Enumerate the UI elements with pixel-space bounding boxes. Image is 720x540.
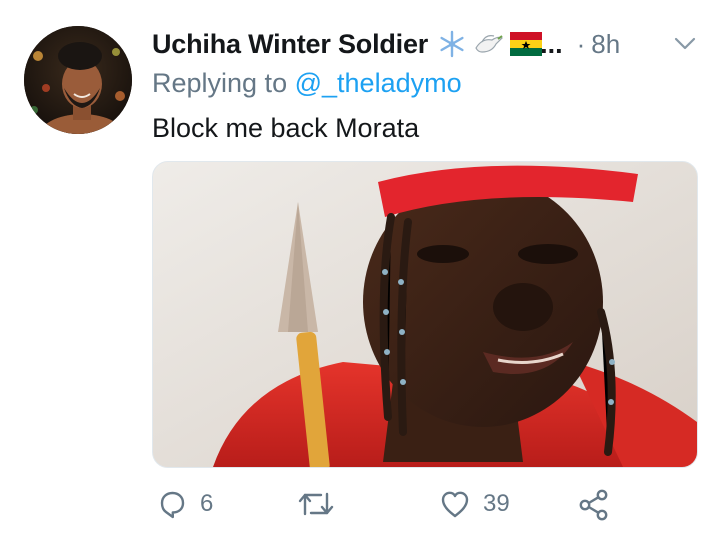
separator-dot: · bbox=[576, 28, 586, 59]
share-button[interactable] bbox=[577, 488, 611, 522]
avatar-image bbox=[24, 26, 132, 134]
like-count: 39 bbox=[483, 490, 510, 517]
reply-handle-link[interactable]: @_theladymo bbox=[295, 68, 462, 98]
retweet-icon bbox=[298, 492, 334, 516]
replying-to: Replying to @_theladymo bbox=[152, 68, 462, 99]
snowflake-emoji-icon bbox=[440, 30, 464, 58]
reply-icon bbox=[160, 491, 185, 519]
dove-emoji-icon bbox=[475, 35, 504, 53]
like-button[interactable]: 39 bbox=[439, 488, 510, 520]
tweet-time[interactable]: 8h bbox=[591, 29, 620, 60]
avatar[interactable] bbox=[24, 26, 132, 134]
tweet-media-image[interactable] bbox=[152, 161, 698, 468]
reply-button[interactable]: 6 bbox=[156, 488, 213, 520]
author-emojis bbox=[438, 30, 543, 58]
replying-prefix: Replying to bbox=[152, 68, 288, 98]
author-name[interactable]: Uchiha Winter Soldier bbox=[152, 29, 428, 60]
chevron-down-icon[interactable] bbox=[673, 32, 697, 56]
tweet-header: Uchiha Winter Soldier ... · 8h bbox=[152, 24, 697, 64]
like-icon bbox=[441, 491, 469, 518]
reply-count: 6 bbox=[200, 490, 214, 517]
retweet-button[interactable] bbox=[296, 488, 348, 520]
tweet-text: Block me back Morata bbox=[152, 113, 420, 143]
share-icon bbox=[579, 489, 608, 521]
tweet-actions: 6 39 bbox=[152, 488, 697, 528]
ghana-flag-emoji-icon bbox=[510, 32, 543, 56]
meme-image bbox=[153, 162, 697, 467]
name-truncation: ... bbox=[540, 28, 563, 59]
